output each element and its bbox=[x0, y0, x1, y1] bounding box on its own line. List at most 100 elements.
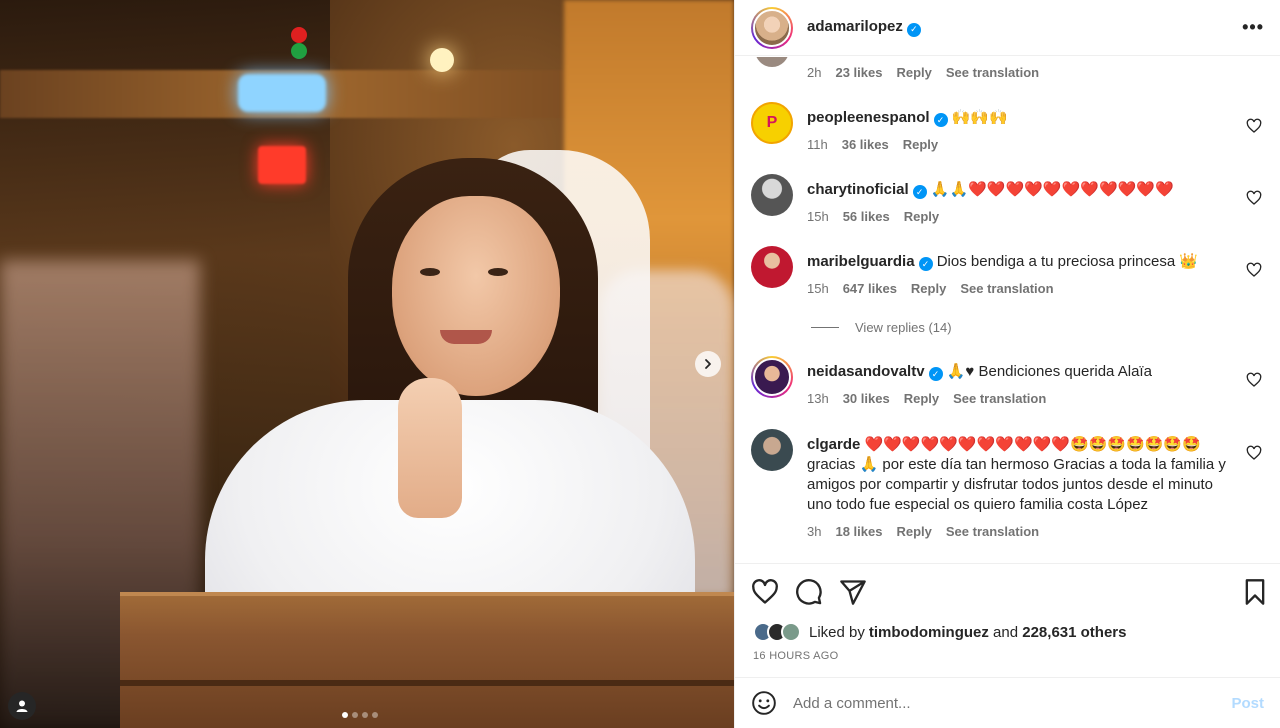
verified-badge-icon: ✓ bbox=[918, 257, 933, 271]
user-tag-icon bbox=[16, 700, 28, 712]
heart-icon[interactable] bbox=[1246, 262, 1262, 278]
comment-text: 🙌🙌🙌 bbox=[951, 109, 1008, 126]
heart-icon[interactable] bbox=[1246, 190, 1262, 206]
heart-icon[interactable] bbox=[1246, 118, 1262, 134]
author-avatar[interactable] bbox=[751, 6, 793, 49]
post-timestamp[interactable]: 16 HOURS AGO bbox=[753, 650, 839, 662]
comment-meta: 3h 18 likes Reply See translation bbox=[807, 522, 1227, 542]
comment-username[interactable]: charytinoficial bbox=[807, 181, 909, 198]
post-photo bbox=[0, 0, 734, 728]
comment-username[interactable]: clgarde bbox=[807, 436, 860, 453]
more-options-icon[interactable]: ••• bbox=[1242, 17, 1264, 38]
comment-time: 3h bbox=[807, 524, 822, 539]
comment-meta: 13h 30 likes Reply See translation bbox=[807, 389, 1227, 409]
comment-time: 11h bbox=[807, 137, 828, 152]
user-tags-button[interactable] bbox=[8, 692, 36, 720]
see-translation-button[interactable]: See translation bbox=[946, 524, 1039, 539]
heart-icon[interactable] bbox=[1246, 445, 1262, 461]
comment-username[interactable]: peopleenespanol bbox=[807, 109, 930, 126]
emoji-icon[interactable] bbox=[751, 690, 777, 716]
verified-badge-icon: ✓ bbox=[906, 22, 921, 37]
photo-eye-left bbox=[420, 268, 440, 276]
comment-avatar[interactable]: P bbox=[751, 102, 793, 144]
verified-badge-icon: ✓ bbox=[933, 113, 948, 127]
reply-button[interactable]: Reply bbox=[896, 65, 931, 80]
chevron-right-icon bbox=[705, 359, 711, 369]
comment-meta: 11h 36 likes Reply bbox=[807, 135, 1227, 155]
liker-avatar[interactable] bbox=[781, 622, 801, 642]
heart-icon[interactable] bbox=[1246, 372, 1262, 388]
liker-avatars bbox=[753, 622, 801, 642]
photo-eye-right bbox=[488, 268, 508, 276]
comment-input[interactable] bbox=[793, 694, 1232, 712]
carousel-dot bbox=[372, 712, 378, 718]
see-translation-button[interactable]: See translation bbox=[953, 391, 1046, 406]
post-actions bbox=[735, 563, 1280, 619]
photo-pew-line bbox=[120, 680, 734, 686]
photo-light-red bbox=[291, 27, 307, 43]
comment-text: 🙏🙏❤️❤️❤️❤️❤️❤️❤️❤️❤️❤️❤️ bbox=[930, 181, 1174, 198]
add-comment-bar: Post bbox=[735, 677, 1280, 728]
replies-divider bbox=[811, 327, 839, 328]
author-username-text: adamarilopez bbox=[807, 18, 903, 36]
photo-face bbox=[392, 196, 560, 396]
comment-time: 15h bbox=[807, 281, 829, 296]
comment-text: Dios bendiga a tu preciosa princesa 👑 bbox=[936, 253, 1199, 270]
post-side-panel: adamarilopez ✓ ••• 2h 23 likes Reply See tra… bbox=[734, 0, 1280, 728]
comment-time: 15h bbox=[807, 209, 829, 224]
post-comment-button[interactable]: Post bbox=[1231, 695, 1264, 712]
comment-meta: 15h 647 likes Reply See translation bbox=[807, 279, 1227, 299]
view-replies-button[interactable]: View replies (14) bbox=[811, 320, 952, 335]
reply-button[interactable]: Reply bbox=[911, 281, 946, 296]
comment-likes[interactable]: 36 likes bbox=[842, 137, 889, 152]
reply-button[interactable]: Reply bbox=[903, 137, 938, 152]
see-translation-button[interactable]: See translation bbox=[946, 65, 1039, 80]
comment-likes[interactable]: 18 likes bbox=[835, 524, 882, 539]
likes-count[interactable]: 228,631 others bbox=[1022, 624, 1126, 641]
share-icon[interactable] bbox=[839, 578, 867, 606]
comment-time: 2h bbox=[807, 65, 822, 80]
carousel-dot bbox=[362, 712, 368, 718]
comments-list[interactable]: 2h 23 likes Reply See translation P peoplee… bbox=[735, 57, 1280, 563]
photo-pew bbox=[120, 592, 734, 728]
author-username[interactable]: adamarilopez ✓ bbox=[807, 18, 921, 37]
see-translation-button[interactable]: See translation bbox=[960, 281, 1053, 296]
comment-text: ❤️❤️❤️❤️❤️❤️❤️❤️❤️❤️❤️🤩🤩🤩🤩🤩🤩🤩 gracias 🙏 … bbox=[807, 436, 1226, 513]
photo-exit-sign bbox=[258, 146, 306, 184]
view-replies-label: View replies (14) bbox=[855, 320, 952, 335]
comment-avatar[interactable] bbox=[751, 356, 793, 398]
photo-light-green bbox=[291, 43, 307, 59]
comment-avatar[interactable] bbox=[751, 246, 793, 288]
comment-username[interactable]: neidasandovaltv bbox=[807, 363, 925, 380]
comment-likes[interactable]: 647 likes bbox=[843, 281, 897, 296]
comment-text: 🙏♥ Bendiciones querida Alaïa bbox=[946, 363, 1152, 380]
comment-likes[interactable]: 23 likes bbox=[835, 65, 882, 80]
liker-username[interactable]: timbodominguez bbox=[869, 624, 989, 641]
verified-badge-icon: ✓ bbox=[912, 185, 927, 199]
comment-likes[interactable]: 30 likes bbox=[843, 391, 890, 406]
comment-avatar[interactable] bbox=[751, 174, 793, 216]
bookmark-icon[interactable] bbox=[1241, 578, 1269, 606]
likes-summary: Liked by timbodominguez and 228,631 othe… bbox=[753, 622, 1126, 642]
carousel-dot bbox=[342, 712, 348, 718]
liked-and-label: and bbox=[988, 623, 1023, 641]
carousel-dot bbox=[352, 712, 358, 718]
comment-icon[interactable] bbox=[795, 578, 823, 606]
comment-meta: 15h 56 likes Reply bbox=[807, 207, 1227, 227]
reply-button[interactable]: Reply bbox=[904, 209, 939, 224]
heart-icon[interactable] bbox=[751, 578, 779, 606]
reply-button[interactable]: Reply bbox=[904, 391, 939, 406]
reply-button[interactable]: Reply bbox=[896, 524, 931, 539]
liked-by-label: Liked by bbox=[809, 623, 865, 641]
comment-avatar[interactable] bbox=[755, 57, 789, 67]
photo-lit-sign bbox=[238, 74, 326, 112]
comment-time: 13h bbox=[807, 391, 829, 406]
comment-avatar[interactable] bbox=[751, 429, 793, 471]
comment-meta: 2h 23 likes Reply See translation bbox=[807, 65, 1053, 80]
next-photo-button[interactable] bbox=[695, 351, 721, 377]
photo-hands bbox=[398, 378, 462, 518]
photo-smile bbox=[440, 330, 492, 344]
carousel-indicator bbox=[342, 712, 378, 718]
comment-username[interactable]: maribelguardia bbox=[807, 253, 915, 270]
comment-likes[interactable]: 56 likes bbox=[843, 209, 890, 224]
